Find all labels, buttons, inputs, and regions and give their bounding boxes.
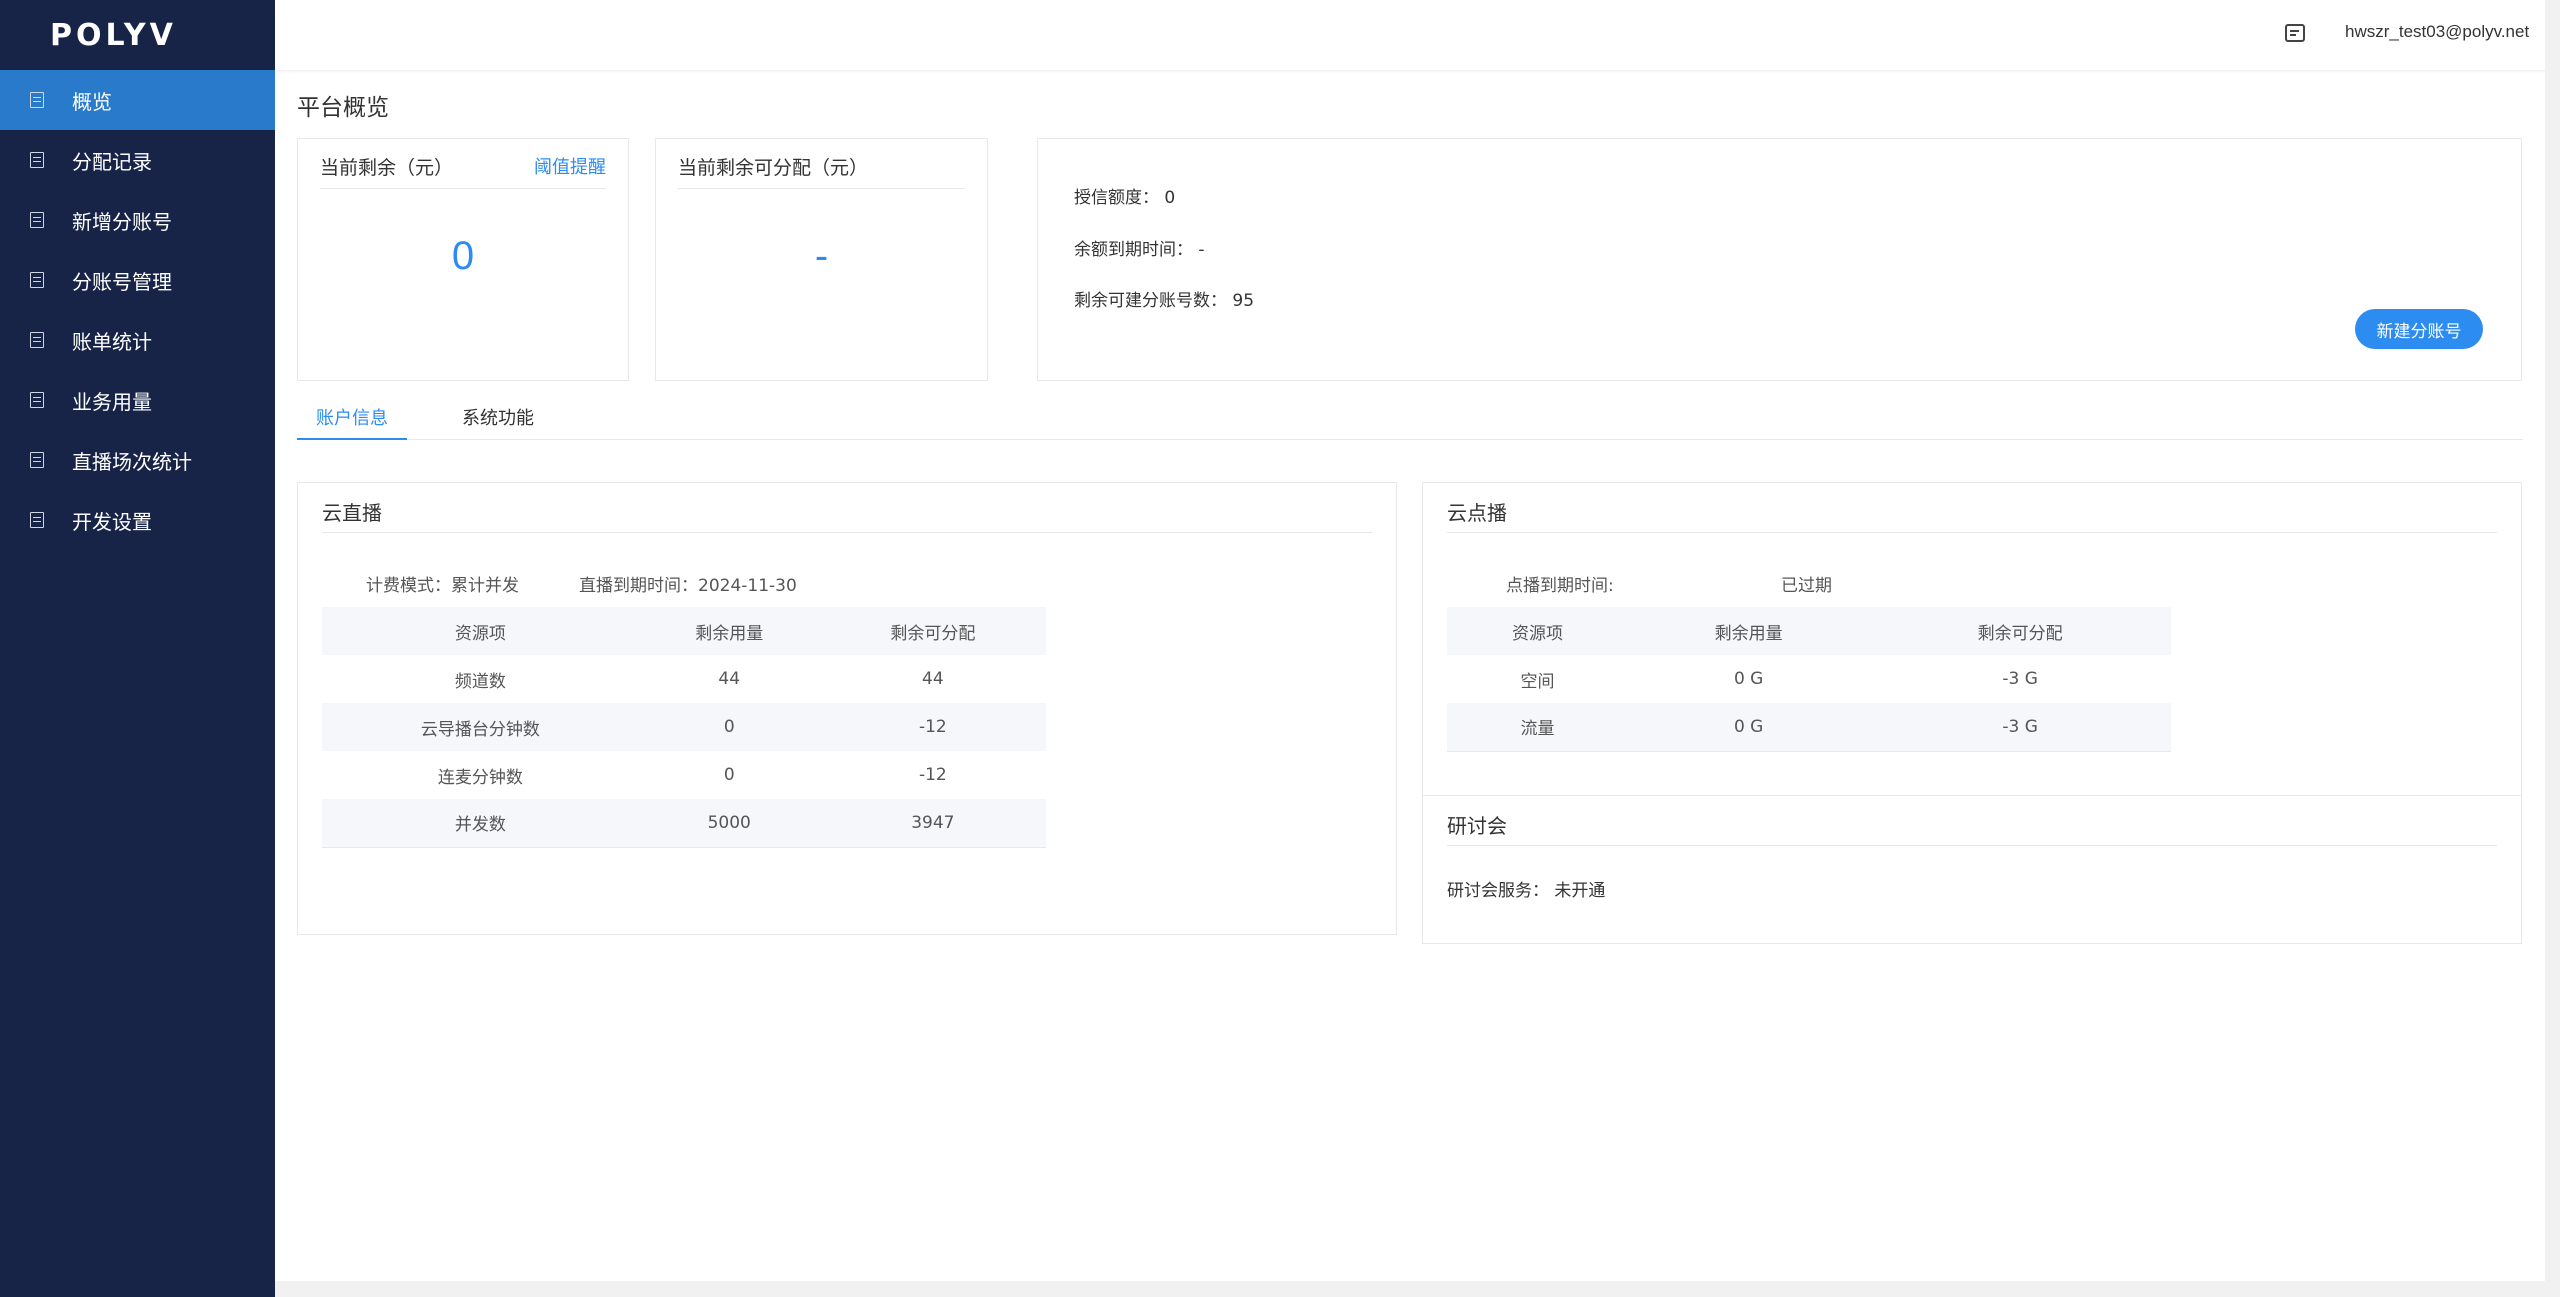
- balance-card-header: 当前剩余（元） 阈值提醒: [320, 153, 606, 189]
- sidebar-item-label: 开发设置: [72, 509, 152, 534]
- document-icon: [30, 92, 44, 108]
- sidebar-item-live-session-stats[interactable]: 直播场次统计: [0, 430, 275, 490]
- tab-system-functions[interactable]: 系统功能: [443, 390, 553, 440]
- column-header: 剩余用量: [695, 623, 764, 644]
- document-icon: [30, 212, 44, 228]
- table-cell: -12: [918, 717, 947, 737]
- document-icon: [30, 452, 44, 468]
- message-icon[interactable]: [2285, 24, 2305, 42]
- table-cell: -12: [918, 765, 947, 785]
- sidebar: POLYV 概览 分配记录 新增分账号 分账号管理 账单统计 业务用量 直播场次…: [0, 0, 275, 1297]
- document-icon: [30, 512, 44, 528]
- seminar-service: 研讨会服务： 未开通: [1447, 881, 1606, 901]
- user-email[interactable]: hwszr_test03@polyv.net: [2345, 22, 2529, 42]
- sidebar-item-label: 账单统计: [72, 329, 152, 354]
- table-cell: 0: [723, 765, 735, 785]
- column-header: 剩余用量: [1714, 623, 1783, 644]
- cloud-vod-title: 云点播: [1447, 497, 2497, 533]
- sidebar-item-label: 直播场次统计: [72, 449, 192, 474]
- allocatable-card-header: 当前剩余可分配（元）: [678, 153, 965, 189]
- sidebar-item-label: 概览: [72, 89, 112, 114]
- document-icon: [30, 332, 44, 348]
- table-cell: 44: [718, 669, 741, 689]
- allocatable-card-title: 当前剩余可分配（元）: [678, 157, 869, 179]
- sidebar-item-billing-stats[interactable]: 账单统计: [0, 310, 275, 370]
- remaining-subaccounts: 剩余可建分账号数： 95: [1074, 291, 1255, 311]
- sidebar-item-business-usage[interactable]: 业务用量: [0, 370, 275, 430]
- vod-expiry-label: 点播到期时间:: [1506, 576, 1614, 596]
- table-row: 空间 0 G -3 G: [1447, 655, 2171, 703]
- column-header: 资源项: [1512, 623, 1563, 644]
- table-header-row: 资源项 剩余用量 剩余可分配: [322, 607, 1046, 655]
- balance-value: 0: [451, 234, 475, 278]
- table-cell: 0: [723, 717, 735, 737]
- credit-card: 授信额度： 0 余额到期时间： - 剩余可建分账号数： 95 新建分账号: [1037, 138, 2522, 381]
- column-header: 资源项: [454, 623, 506, 644]
- table-row: 云导播台分钟数 0 -12: [322, 703, 1046, 751]
- tab-bar: 账户信息 系统功能: [297, 390, 2523, 440]
- sidebar-item-allocation-records[interactable]: 分配记录: [0, 130, 275, 190]
- table-cell: 流量: [1447, 703, 1628, 752]
- table-cell: 44: [922, 669, 944, 689]
- column-header: 剩余可分配: [890, 623, 976, 644]
- table-header-row: 资源项 剩余用量 剩余可分配: [1447, 607, 2171, 655]
- document-icon: [30, 392, 44, 408]
- table-cell: -3 G: [1869, 703, 2171, 752]
- cloud-live-panel: 云直播 计费模式：累计并发 直播到期时间：2024-11-30 资源项 剩余用量…: [297, 482, 1397, 935]
- credit-line: 授信额度： 0: [1074, 188, 1176, 208]
- table-cell: 0 G: [1628, 703, 1870, 752]
- billing-mode: 计费模式：累计并发: [366, 576, 519, 596]
- document-icon: [30, 152, 44, 168]
- table-cell: 空间: [1520, 671, 1555, 692]
- table-cell: 0 G: [1733, 669, 1764, 689]
- sidebar-item-label: 业务用量: [72, 389, 152, 414]
- sidebar-item-subaccount-management[interactable]: 分账号管理: [0, 250, 275, 310]
- top-bar: hwszr_test03@polyv.net: [275, 0, 2560, 70]
- sidebar-item-add-subaccount[interactable]: 新增分账号: [0, 190, 275, 250]
- cloud-vod-panel: 云点播 点播到期时间: 已过期 资源项 剩余用量 剩余可分配 空间 0 G -3…: [1422, 482, 2522, 840]
- document-icon: [30, 272, 44, 288]
- sidebar-item-label: 新增分账号: [72, 209, 172, 234]
- balance-card-title: 当前剩余（元）: [320, 157, 454, 179]
- threshold-alert-link[interactable]: 阈值提醒: [534, 153, 606, 179]
- live-expiry: 直播到期时间：2024-11-30: [579, 576, 797, 596]
- new-subaccount-button[interactable]: 新建分账号: [2355, 309, 2483, 349]
- table-cell: 3947: [819, 799, 1046, 848]
- sidebar-item-label: 分账号管理: [72, 269, 172, 294]
- seminar-panel: 研讨会 研讨会服务： 未开通: [1422, 795, 2522, 944]
- column-header: 剩余可分配: [1977, 623, 2063, 644]
- vod-expiry-value: 已过期: [1781, 576, 1832, 596]
- sidebar-item-dev-settings[interactable]: 开发设置: [0, 490, 275, 550]
- balance-card: 当前剩余（元） 阈值提醒 0: [297, 138, 629, 381]
- main-content: 平台概览 当前剩余（元） 阈值提醒 0 当前剩余可分配（元） - 授信额度： 0…: [275, 70, 2545, 1280]
- table-cell: -3 G: [2002, 669, 2038, 689]
- table-row: 流量 0 G -3 G: [1447, 703, 2171, 752]
- balance-expiry: 余额到期时间： -: [1074, 240, 1205, 260]
- sidebar-nav: 概览 分配记录 新增分账号 分账号管理 账单统计 业务用量 直播场次统计 开发设…: [0, 70, 275, 550]
- live-resource-table: 资源项 剩余用量 剩余可分配 频道数 44 44 云导播台分钟数 0 -12 连…: [322, 607, 1046, 848]
- table-cell: 5000: [638, 799, 820, 848]
- table-cell: 云导播台分钟数: [420, 719, 540, 740]
- cloud-live-title: 云直播: [322, 497, 1372, 533]
- vod-resource-table: 资源项 剩余用量 剩余可分配 空间 0 G -3 G 流量 0 G -3 G: [1447, 607, 2171, 752]
- table-row: 连麦分钟数 0 -12: [322, 751, 1046, 799]
- tab-account-info[interactable]: 账户信息: [297, 390, 407, 440]
- logo[interactable]: POLYV: [0, 0, 275, 70]
- table-cell: 连麦分钟数: [437, 767, 523, 788]
- table-cell: 频道数: [454, 671, 506, 692]
- logo-text: POLYV: [50, 17, 177, 53]
- table-cell: 并发数: [322, 799, 639, 848]
- seminar-title: 研讨会: [1447, 810, 2497, 846]
- horizontal-scrollbar[interactable]: [275, 1281, 2545, 1297]
- vertical-scrollbar[interactable]: [2545, 0, 2560, 1297]
- page-title: 平台概览: [297, 95, 389, 121]
- allocatable-card: 当前剩余可分配（元） -: [655, 138, 988, 381]
- allocatable-value: -: [814, 234, 829, 278]
- sidebar-item-label: 分配记录: [72, 149, 152, 174]
- table-row: 频道数 44 44: [322, 655, 1046, 703]
- sidebar-item-overview[interactable]: 概览: [0, 70, 275, 130]
- table-row: 并发数 5000 3947: [322, 799, 1046, 848]
